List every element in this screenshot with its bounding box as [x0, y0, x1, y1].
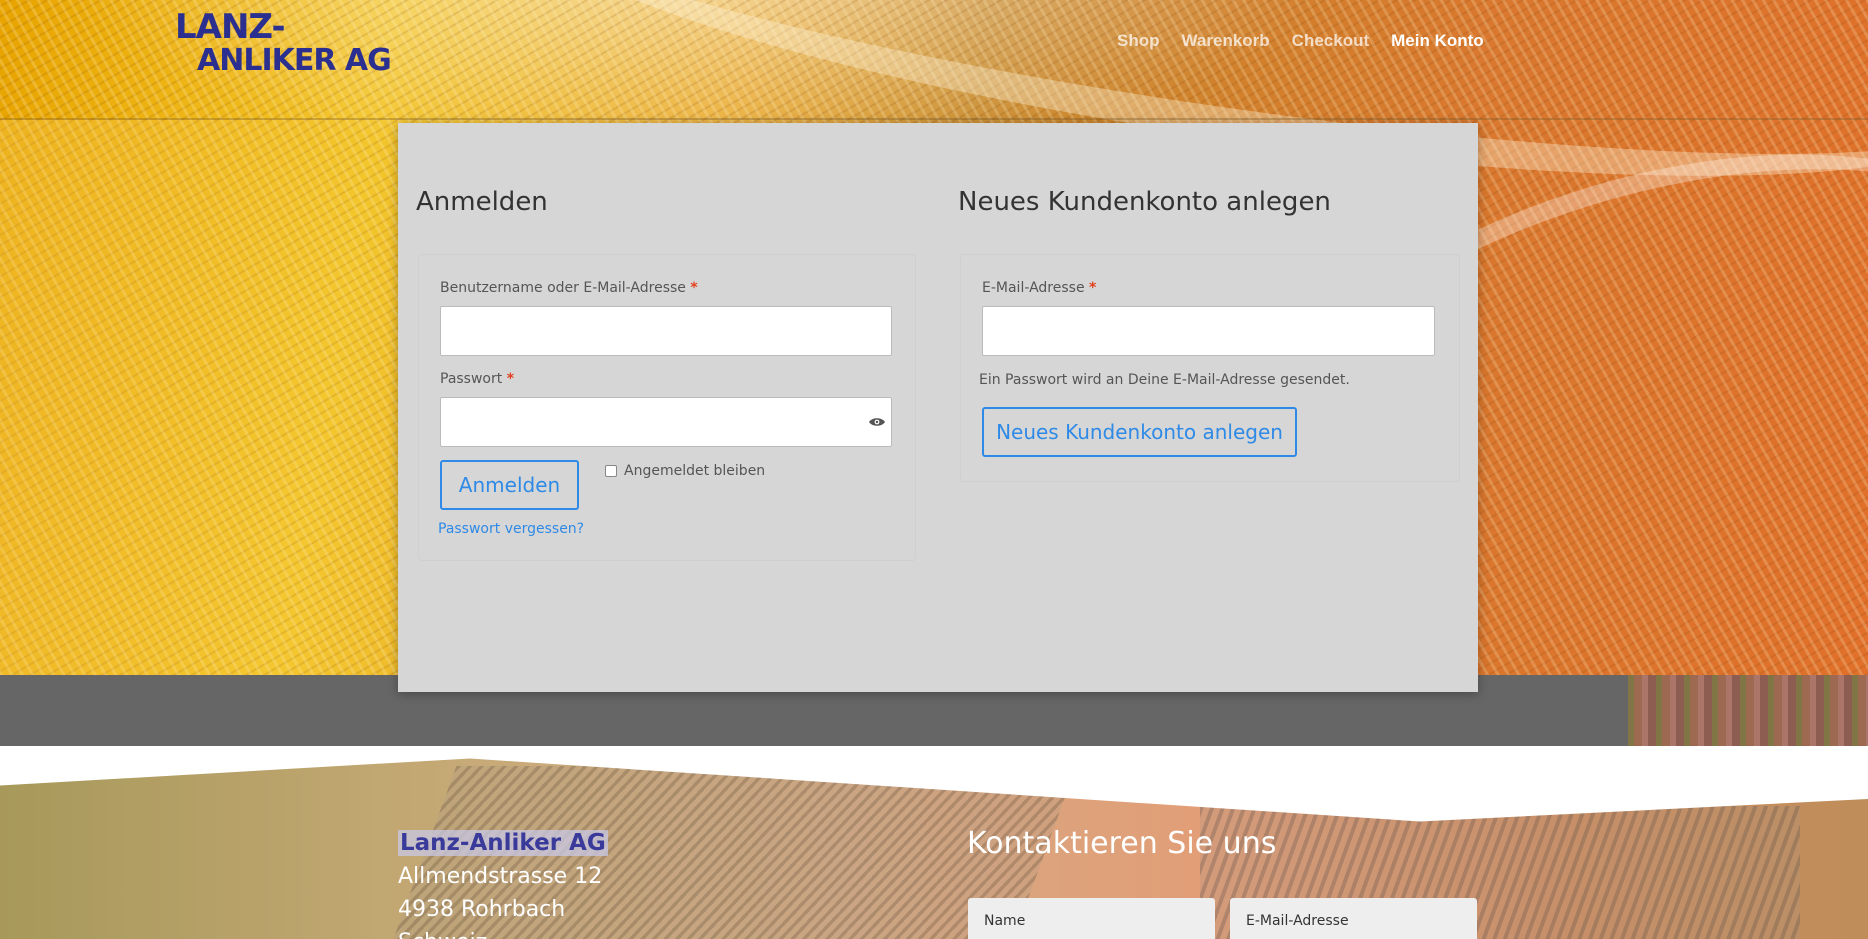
login-title: Anmelden [416, 187, 548, 217]
site-footer: Lanz-Anliker AG Allmendstrasse 12 4938 R… [0, 746, 1868, 939]
register-form: E-Mail-Adresse * Ein Passwort wird an De… [960, 254, 1460, 482]
email-label: E-Mail-Adresse * [982, 280, 1097, 296]
site-header: LANZ- ANLIKER AG Shop Warenkorb Checkout… [0, 0, 1868, 120]
username-label: Benutzername oder E-Mail-Adresse * [440, 280, 698, 296]
footer-country: Schweiz [398, 930, 487, 939]
password-label: Passwort * [440, 371, 515, 387]
main-navigation: Shop Warenkorb Checkout Mein Konto [1117, 31, 1484, 51]
decorative-strip [1628, 675, 1868, 746]
account-card: Anmelden Benutzername oder E-Mail-Adress… [398, 123, 1478, 692]
remember-me-label[interactable]: Angemeldet bleiben [624, 463, 765, 479]
footer-city: 4938 Rohrbach [398, 897, 566, 922]
company-logo[interactable]: LANZ- ANLIKER AG [175, 8, 410, 74]
remember-me-checkbox[interactable] [605, 465, 617, 477]
nav-shop[interactable]: Shop [1117, 31, 1160, 51]
contact-title: Kontaktieren Sie uns [967, 826, 1277, 861]
register-button[interactable]: Neues Kundenkonto anlegen [982, 407, 1297, 457]
contact-email-input[interactable]: E-Mail-Adresse [1230, 898, 1477, 939]
register-title: Neues Kundenkonto anlegen [958, 187, 1331, 217]
password-sent-note: Ein Passwort wird an Deine E-Mail-Adress… [979, 372, 1350, 388]
login-button[interactable]: Anmelden [440, 460, 579, 510]
forgot-password-link[interactable]: Passwort vergessen? [438, 521, 584, 537]
contact-name-input[interactable]: Name [968, 898, 1215, 939]
nav-mein-konto[interactable]: Mein Konto [1391, 31, 1484, 51]
show-password-eye-icon[interactable] [868, 416, 886, 428]
background-highlight [0, 120, 420, 675]
footer-company-name: Lanz-Anliker AG [398, 830, 608, 856]
nav-warenkorb[interactable]: Warenkorb [1182, 31, 1270, 51]
nav-checkout[interactable]: Checkout [1292, 31, 1369, 51]
password-input[interactable] [440, 397, 892, 447]
register-email-input[interactable] [982, 306, 1435, 356]
footer-street: Allmendstrasse 12 [398, 864, 603, 889]
login-form: Benutzername oder E-Mail-Adresse * Passw… [418, 254, 916, 561]
svg-text:ANLIKER AG: ANLIKER AG [197, 43, 391, 74]
svg-text:LANZ-: LANZ- [175, 8, 285, 47]
username-input[interactable] [440, 306, 892, 356]
